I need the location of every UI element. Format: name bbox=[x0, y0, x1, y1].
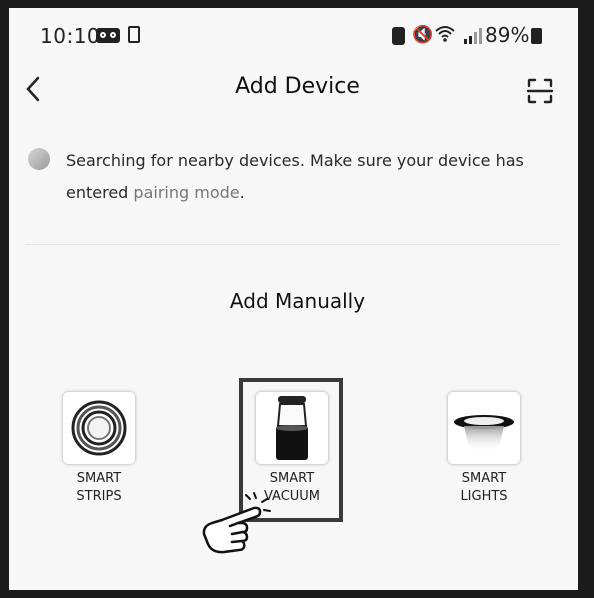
scan-icon bbox=[526, 78, 554, 104]
signal-icon bbox=[464, 28, 482, 44]
divider bbox=[25, 244, 560, 245]
pairing-mode-link[interactable]: pairing mode bbox=[133, 183, 239, 202]
recessed-light-icon bbox=[448, 392, 520, 464]
device-smart-strips[interactable]: SMART STRIPS bbox=[44, 392, 154, 506]
search-suffix: . bbox=[239, 183, 245, 202]
status-time: 10:10 bbox=[40, 24, 101, 48]
clipboard-icon bbox=[128, 26, 140, 43]
search-status-text: Searching for nearby devices. Make sure … bbox=[66, 145, 566, 209]
battery-icon bbox=[531, 28, 542, 44]
screen-edge bbox=[578, 8, 586, 590]
device-label: SMART LIGHTS bbox=[460, 471, 508, 504]
voicemail-icon bbox=[96, 28, 120, 43]
wifi-icon bbox=[435, 25, 455, 48]
battery-percent: 89% bbox=[485, 23, 530, 47]
mute-icon: 🔇 bbox=[412, 25, 434, 45]
battery-save-icon bbox=[392, 27, 405, 45]
pointing-hand-icon bbox=[202, 492, 271, 554]
device-label: SMART STRIPS bbox=[76, 471, 122, 504]
scan-button[interactable] bbox=[526, 77, 554, 105]
led-strip-icon bbox=[63, 392, 135, 464]
app-screen: 10:10 🔇 89% Add Device Searching for nea… bbox=[9, 8, 586, 590]
page-title: Add Device bbox=[235, 74, 360, 99]
searching-spinner-icon bbox=[28, 148, 50, 170]
add-manually-heading: Add Manually bbox=[229, 289, 366, 313]
device-smart-lights[interactable]: SMART LIGHTS bbox=[429, 392, 539, 506]
